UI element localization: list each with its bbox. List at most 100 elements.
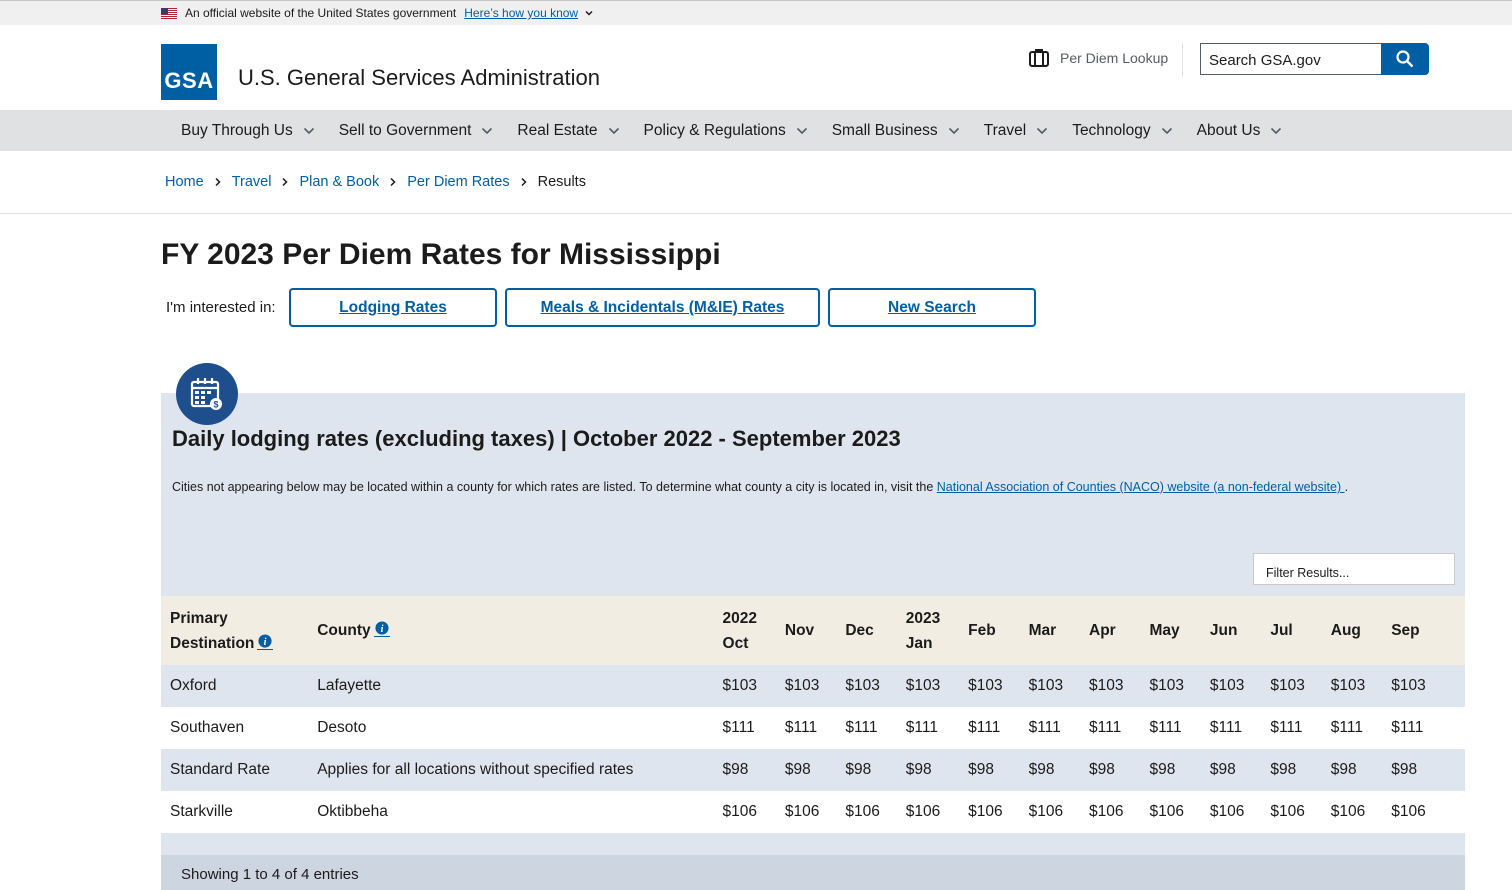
nav-item-policy-regulations[interactable]: Policy & Regulations <box>644 122 808 140</box>
nav-label: Travel <box>983 121 1027 139</box>
table-entries-info: Showing 1 to 4 of 4 entries <box>161 855 1465 890</box>
nav-label: About Us <box>1196 121 1261 139</box>
cell-destination: Oxford <box>161 665 309 707</box>
col-aug[interactable]: Aug <box>1321 596 1383 665</box>
table-row: Standard Rate Applies for all locations … <box>161 749 1465 791</box>
table-row: Southaven Desoto $111 $111 $111 $111 $11… <box>161 707 1465 749</box>
chevron-down-icon <box>1037 127 1048 134</box>
naco-link[interactable]: National Association of Counties (NACO) … <box>937 480 1345 494</box>
cell-rate: $106 <box>1140 791 1201 833</box>
lodging-rates-button[interactable]: Lodging Rates <box>289 288 497 327</box>
page-title: FY 2023 Per Diem Rates for Mississippi <box>161 238 721 271</box>
col-nov[interactable]: Nov <box>775 596 837 665</box>
cell-rate: $98 <box>1382 749 1465 791</box>
nav-label: Real Estate <box>517 121 598 139</box>
meals-incidentals-button[interactable]: Meals & Incidentals (M&IE) Rates <box>505 288 820 327</box>
nav-label: Policy & Regulations <box>643 121 786 139</box>
table-row: Oxford Lafayette $103 $103 $103 $103 $10… <box>161 665 1465 707</box>
nav-label: Technology <box>1072 121 1151 139</box>
us-flag-icon <box>161 7 177 19</box>
note-end: . <box>1344 480 1349 494</box>
breadcrumb-travel[interactable]: Travel <box>232 174 272 190</box>
info-icon[interactable]: i <box>257 633 274 650</box>
nav-item-small-business[interactable]: Small Business <box>832 122 960 140</box>
cell-rate: $98 <box>1080 749 1141 791</box>
cell-rate: $98 <box>1140 749 1201 791</box>
breadcrumb-current: Results <box>537 174 586 190</box>
col-mar[interactable]: Mar <box>1019 596 1081 665</box>
note-text: Cities not appearing below may be locate… <box>172 480 937 494</box>
cell-rate: $103 <box>775 665 837 707</box>
col-county[interactable]: County i <box>308 596 714 665</box>
interested-label: I'm interested in: <box>166 299 276 316</box>
lodging-rates-table: Primary Destination i County i 2022 Oct Nov … <box>161 596 1465 833</box>
nav-item-real-estate[interactable]: Real Estate <box>517 122 619 140</box>
cell-rate: $111 <box>713 707 776 749</box>
search-input[interactable]: Search GSA.gov <box>1200 43 1382 75</box>
cell-rate: $103 <box>1382 665 1465 707</box>
heres-how-you-know-link[interactable]: Here’s how you know <box>464 6 578 20</box>
chevron-down-icon <box>303 127 314 134</box>
col-may[interactable]: May <box>1140 596 1201 665</box>
nav-item-buy-through-us[interactable]: Buy Through Us <box>181 122 315 140</box>
breadcrumb: Home Travel Plan & Book Per Diem Rates R… <box>0 151 1512 214</box>
cell-rate: $106 <box>1019 791 1081 833</box>
cell-rate: $106 <box>836 791 897 833</box>
col-primary-destination[interactable]: Primary Destination i <box>161 596 309 665</box>
cell-destination: Southaven <box>161 707 309 749</box>
table-row: Starkville Oktibbeha $106 $106 $106 $106… <box>161 791 1465 833</box>
site-header: GSA U.S. General Services Administration… <box>0 25 1512 110</box>
header-label: Oct <box>722 634 749 652</box>
cell-rate: $103 <box>1321 665 1383 707</box>
nav-item-sell-to-government[interactable]: Sell to Government <box>339 122 494 140</box>
col-dec[interactable]: Dec <box>836 596 897 665</box>
header-divider <box>1182 43 1183 77</box>
site-title[interactable]: U.S. General Services Administration <box>238 65 600 91</box>
cell-rate: $103 <box>713 665 776 707</box>
cell-rate: $106 <box>713 791 776 833</box>
breadcrumb-plan-book[interactable]: Plan & Book <box>299 174 379 190</box>
cell-rate: $106 <box>1200 791 1262 833</box>
header-label: County <box>317 622 371 639</box>
nav-label: Buy Through Us <box>181 121 293 139</box>
cell-destination: Starkville <box>161 791 309 833</box>
chevron-right-icon <box>521 177 527 187</box>
cell-rate: $111 <box>1019 707 1081 749</box>
chevron-down-icon <box>608 127 619 134</box>
col-jan[interactable]: 2023 Jan <box>896 596 960 665</box>
breadcrumb-home[interactable]: Home <box>165 174 204 190</box>
filter-results-input[interactable]: Filter Results... <box>1253 553 1455 585</box>
col-oct[interactable]: 2022 Oct <box>713 596 776 665</box>
header-label: 2022 <box>722 609 757 627</box>
nav-label: Small Business <box>831 121 938 139</box>
col-jun[interactable]: Jun <box>1200 596 1262 665</box>
cell-rate: $106 <box>775 791 837 833</box>
nav-item-travel[interactable]: Travel <box>984 122 1049 140</box>
cell-rate: $98 <box>896 749 960 791</box>
cell-rate: $98 <box>1200 749 1262 791</box>
per-diem-lookup-link[interactable]: Per Diem Lookup <box>1028 47 1168 69</box>
new-search-button[interactable]: New Search <box>828 288 1036 327</box>
col-sep[interactable]: Sep <box>1382 596 1465 665</box>
chevron-down-icon <box>1161 127 1172 134</box>
col-apr[interactable]: Apr <box>1080 596 1141 665</box>
cell-rate: $98 <box>775 749 837 791</box>
search-button[interactable] <box>1381 43 1429 75</box>
table-header-row: Primary Destination i County i 2022 Oct Nov … <box>161 596 1465 665</box>
nav-item-about-us[interactable]: About Us <box>1197 122 1283 140</box>
gsa-logo[interactable]: GSA <box>161 44 217 100</box>
col-jul[interactable]: Jul <box>1261 596 1322 665</box>
cell-rate: $111 <box>1261 707 1322 749</box>
nav-item-technology[interactable]: Technology <box>1072 122 1172 140</box>
svg-text:i: i <box>380 624 383 635</box>
col-feb[interactable]: Feb <box>959 596 1020 665</box>
chevron-down-icon[interactable] <box>584 8 594 18</box>
header-label: Primary <box>170 609 228 627</box>
cell-county: Oktibbeha <box>308 791 714 833</box>
info-icon[interactable]: i <box>373 621 390 637</box>
breadcrumb-per-diem-rates[interactable]: Per Diem Rates <box>407 174 509 190</box>
cell-destination: Standard Rate <box>161 749 309 791</box>
svg-text:i: i <box>264 636 267 647</box>
cell-rate: $111 <box>1200 707 1262 749</box>
cell-rate: $106 <box>1382 791 1465 833</box>
